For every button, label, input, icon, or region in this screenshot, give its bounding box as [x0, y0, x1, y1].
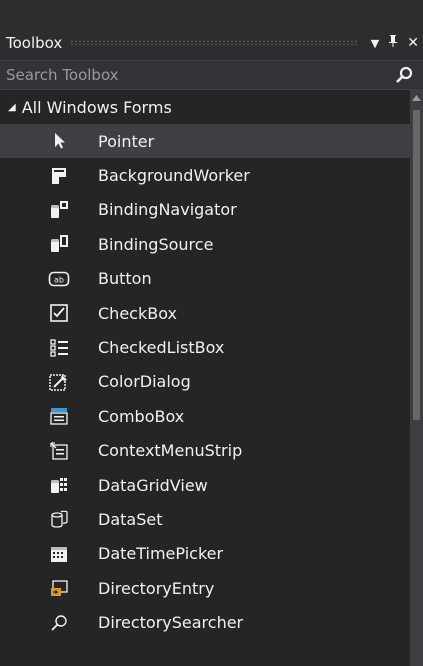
directory-entry-icon: [42, 576, 76, 600]
toolbox-item-backgroundworker[interactable]: BackgroundWorker: [0, 158, 410, 192]
item-label: BindingSource: [98, 234, 214, 254]
item-label: DataSet: [98, 509, 163, 529]
directory-searcher-icon: [42, 611, 76, 635]
toolbox-item-checkbox[interactable]: CheckBox: [0, 296, 410, 330]
toolbox-item-directorysearcher[interactable]: DirectorySearcher: [0, 605, 410, 639]
svg-text:ab: ab: [54, 275, 64, 284]
close-icon[interactable]: ✕: [403, 35, 423, 51]
checkbox-icon: [42, 301, 76, 325]
checked-listbox-icon: [42, 336, 76, 360]
toolbox-title: Toolbox: [6, 34, 63, 52]
toolbox-titlebar: Toolbox ▼ ✕: [0, 26, 423, 60]
search-icon[interactable]: [391, 62, 417, 88]
binding-source-icon: [42, 232, 76, 256]
toolbox-item-pointer[interactable]: Pointer: [0, 124, 410, 159]
datetimepicker-icon: [42, 542, 76, 566]
item-label: DirectorySearcher: [98, 613, 244, 633]
group-all-windows-forms[interactable]: ◢ All Windows Forms: [0, 90, 410, 124]
item-label: CheckBox: [98, 303, 177, 323]
background-worker-icon: [42, 164, 76, 188]
item-label: BindingNavigator: [98, 200, 237, 220]
pin-icon[interactable]: [383, 34, 403, 52]
toolbox-item-bindingnavigator[interactable]: BindingNavigator: [0, 193, 410, 227]
button-icon: ab: [42, 267, 76, 291]
toolbox-item-contextmenustrip[interactable]: ContextMenuStrip: [0, 434, 410, 468]
toolbox-item-combobox[interactable]: ComboBox: [0, 399, 410, 433]
item-label: ColorDialog: [98, 372, 191, 392]
collapse-triangle-icon[interactable]: ◢: [8, 102, 16, 113]
drag-grip[interactable]: [70, 40, 359, 46]
top-strip: [0, 0, 423, 26]
item-label: ContextMenuStrip: [98, 441, 243, 461]
item-label: CheckedListBox: [98, 338, 225, 358]
item-label: Button: [98, 269, 152, 289]
color-dialog-icon: [42, 370, 76, 394]
scroll-up-arrow-icon[interactable]: [410, 92, 423, 104]
item-label: DataGridView: [98, 475, 208, 495]
pointer-icon: [42, 129, 76, 153]
combobox-icon: [42, 404, 76, 428]
search-input[interactable]: Search Toolbox: [0, 66, 391, 84]
toolbox-item-datetimepicker[interactable]: DateTimePicker: [0, 537, 410, 571]
binding-navigator-icon: [42, 198, 76, 222]
toolbox-list: ◢ All Windows Forms Pointer BackgroundWo…: [0, 90, 410, 666]
item-label: ComboBox: [98, 406, 185, 426]
toolbox-item-directoryentry[interactable]: DirectoryEntry: [0, 571, 410, 605]
toolbox-item-bindingsource[interactable]: BindingSource: [0, 227, 410, 261]
context-menu-strip-icon: [42, 439, 76, 463]
group-label: All Windows Forms: [21, 97, 172, 117]
item-label: Pointer: [98, 131, 155, 151]
item-label: BackgroundWorker: [98, 166, 250, 186]
search-bar[interactable]: Search Toolbox: [0, 60, 423, 90]
toolbox-item-button[interactable]: ab Button: [0, 262, 410, 296]
toolbox-item-checkedlistbox[interactable]: CheckedListBox: [0, 330, 410, 364]
item-label: DateTimePicker: [98, 544, 224, 564]
scrollbar-thumb[interactable]: [413, 110, 420, 420]
datagridview-icon: [42, 473, 76, 497]
dropdown-icon[interactable]: ▼: [367, 37, 383, 50]
dataset-icon: [42, 507, 76, 531]
vertical-scrollbar[interactable]: [410, 90, 423, 666]
toolbox-item-dataset[interactable]: DataSet: [0, 502, 410, 536]
item-label: DirectoryEntry: [98, 578, 215, 598]
toolbox-item-colordialog[interactable]: ColorDialog: [0, 365, 410, 399]
toolbox-item-datagridview[interactable]: DataGridView: [0, 468, 410, 502]
